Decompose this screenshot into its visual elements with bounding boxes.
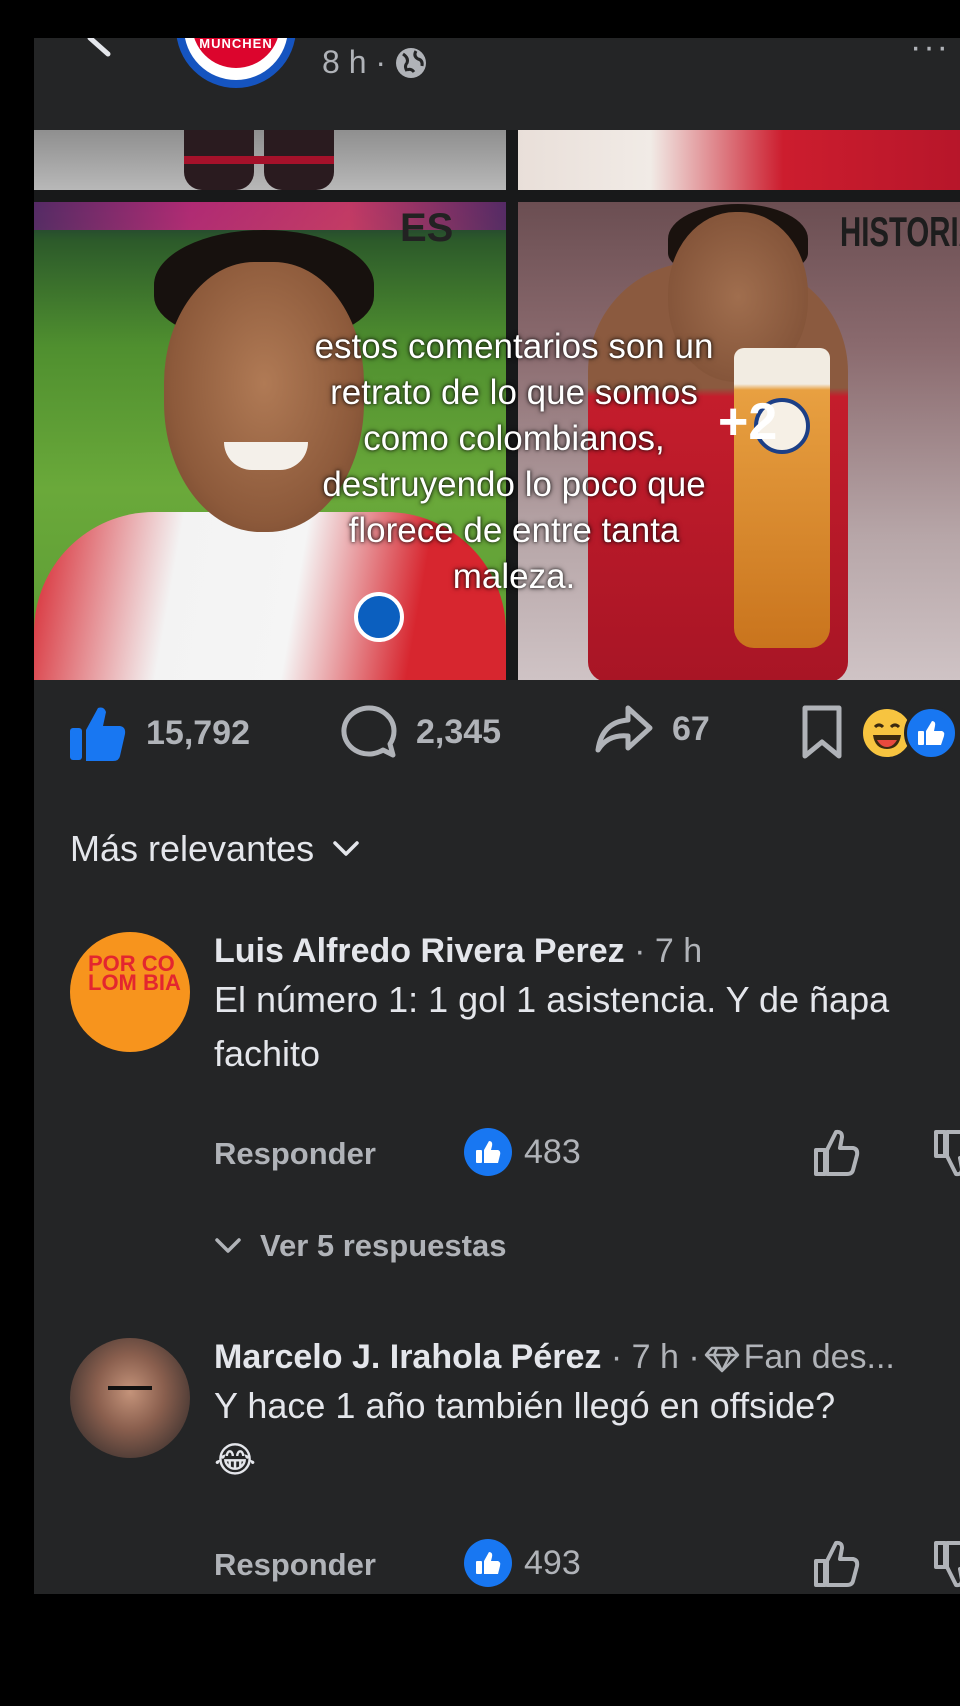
comment-sort-dropdown[interactable]: Más relevantes <box>70 828 360 870</box>
share-count: 67 <box>672 709 710 748</box>
like-button[interactable]: 15,792 <box>68 704 250 762</box>
comment-actions: Responder 493 <box>214 1539 960 1594</box>
overlay-caption: estos comentarios son un retrato de lo q… <box>314 327 714 596</box>
save-button[interactable] <box>800 704 844 760</box>
upvote-icon[interactable] <box>812 1539 862 1589</box>
comment-time: · 7 h · <box>601 1338 700 1376</box>
image-text-left: ES <box>400 206 454 250</box>
view-replies-button[interactable]: Ver 5 respuestas <box>214 1228 506 1264</box>
comment-text: El número 1: 1 gol 1 asistencia. Y de ña… <box>214 979 890 1074</box>
thumbs-up-filled-icon <box>70 707 126 761</box>
like-count: 15,792 <box>146 713 250 752</box>
share-arrow-icon <box>595 705 653 753</box>
comment-like-count[interactable]: 483 <box>464 1128 581 1176</box>
sort-label: Más relevantes <box>70 828 315 869</box>
like-badge-icon <box>464 1539 512 1587</box>
globe-icon <box>396 47 427 78</box>
commenter-name[interactable]: Marcelo J. Irahola Pérez · 7 h · Fan des.… <box>214 1338 954 1377</box>
comment-actions: Responder 483 <box>214 1128 960 1188</box>
post-meta: 8 h · <box>322 44 428 81</box>
commenter-avatar[interactable]: POR CO LOM BIA <box>70 932 190 1052</box>
post-header: MÜNCHEN 8 h · ··· <box>34 38 960 130</box>
reply-button[interactable]: Responder <box>214 1547 376 1583</box>
comment-text: Y hace 1 año también llegó en offside? 😂 <box>214 1385 836 1480</box>
post-screen: MÜNCHEN 8 h · ··· ES HISTORI +2 estos co… <box>34 38 960 1594</box>
commenter-avatar[interactable] <box>70 1338 190 1458</box>
comment-count: 2,345 <box>416 712 502 751</box>
back-arrow-icon[interactable] <box>82 38 132 74</box>
photo-grid: ES HISTORIA +2 estos comentarios son un … <box>34 130 960 680</box>
share-button[interactable]: 67 <box>594 704 710 754</box>
comment-bubble-icon <box>341 705 397 758</box>
diamond-icon <box>704 1346 739 1373</box>
downvote-icon[interactable] <box>932 1128 960 1178</box>
reaction-summary[interactable] <box>860 706 960 762</box>
comment-like-count[interactable]: 493 <box>464 1539 581 1587</box>
downvote-icon[interactable] <box>932 1539 960 1589</box>
photo-top-right[interactable] <box>518 130 960 190</box>
commenter-name[interactable]: Luis Alfredo Rivera Perez · 7 h <box>214 932 954 971</box>
image-text-right: HISTORIA <box>840 208 960 255</box>
upvote-icon[interactable] <box>812 1128 862 1178</box>
page-avatar[interactable]: MÜNCHEN <box>176 38 296 88</box>
post-action-bar: 15,792 2,345 67 <box>34 680 960 780</box>
chevron-down-icon <box>333 841 359 856</box>
comment-button[interactable]: 2,345 <box>340 704 501 760</box>
like-reaction-icon <box>904 706 958 760</box>
page-avatar-label: MÜNCHEN <box>199 38 273 51</box>
chevron-down-icon <box>215 1238 241 1253</box>
fan-badge[interactable]: Fan des... <box>744 1338 895 1376</box>
avatar-text: POR CO LOM BIA <box>88 951 181 995</box>
laughing-emoji: 😂 <box>214 1439 257 1480</box>
post-time: 8 h · <box>322 44 387 80</box>
like-badge-icon <box>464 1128 512 1176</box>
comment-time: · 7 h <box>624 932 703 970</box>
photo-top-left[interactable] <box>34 130 506 190</box>
bookmark-icon <box>802 705 842 759</box>
more-options-icon[interactable]: ··· <box>910 38 950 67</box>
reply-button[interactable]: Responder <box>214 1136 376 1172</box>
